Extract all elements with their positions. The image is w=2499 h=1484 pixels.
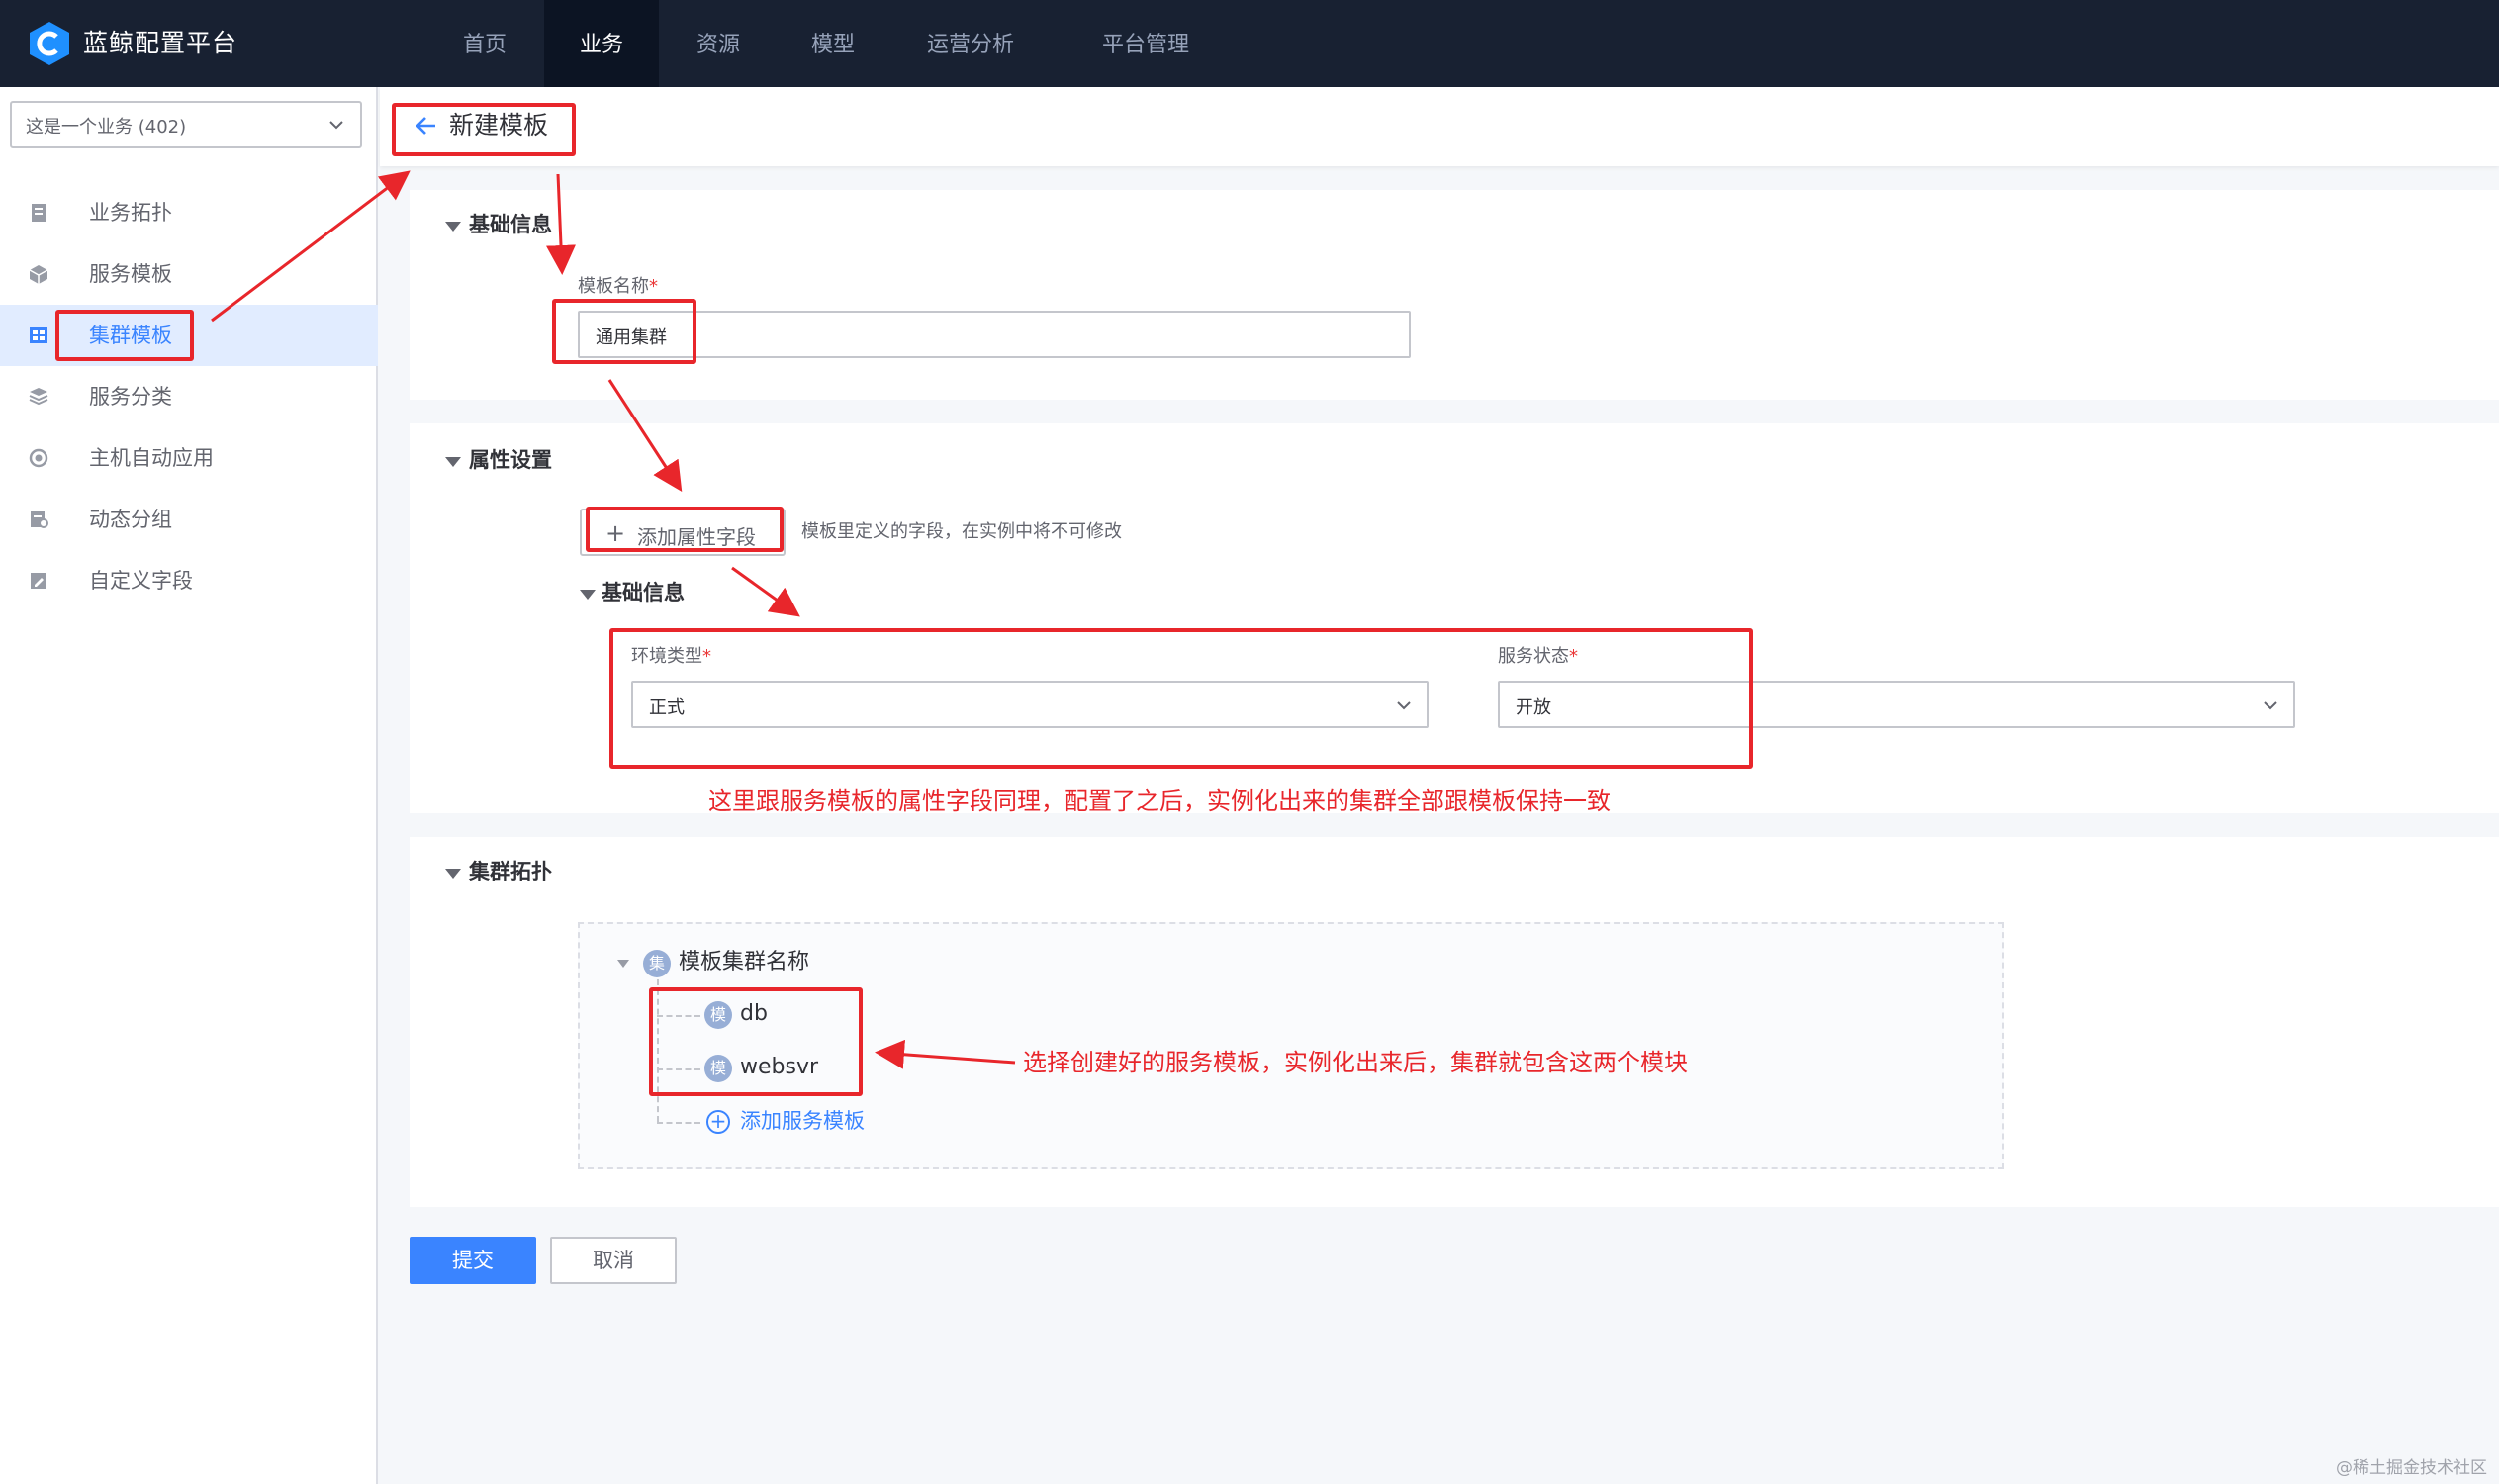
page-header: 新建模板 bbox=[380, 87, 2499, 166]
tree-expand-icon[interactable] bbox=[617, 960, 629, 968]
annotation-box-attributes bbox=[609, 628, 1753, 769]
template-name-label: 模板名称* bbox=[578, 276, 658, 297]
attribute-group-title: 基础信息 bbox=[602, 581, 685, 604]
root-cluster-name[interactable]: 模板集群名称 bbox=[679, 948, 809, 977]
collapse-triangle-icon[interactable] bbox=[580, 590, 596, 600]
submit-button[interactable]: 提交 bbox=[410, 1237, 536, 1284]
nav-platform-admin[interactable]: 平台管理 bbox=[1074, 0, 1217, 87]
attribute-hint: 模板里定义的字段，在实例中将不可修改 bbox=[801, 521, 1122, 542]
nav-analytics[interactable]: 运营分析 bbox=[906, 0, 1035, 87]
annotation-note-modules: 选择创建好的服务模板，实例化出来后，集群就包含这两个模块 bbox=[1023, 1049, 1688, 1076]
nav-home[interactable]: 首页 bbox=[439, 0, 530, 87]
grid-icon bbox=[30, 327, 47, 343]
annotation-box-add-field bbox=[586, 507, 784, 552]
section-title: 属性设置 bbox=[469, 448, 552, 472]
cluster-badge-icon: 集 bbox=[643, 950, 671, 977]
sidebar-item-label: 主机自动应用 bbox=[89, 446, 214, 470]
sidebar-item-business-topology[interactable]: 业务拓扑 bbox=[0, 182, 378, 243]
tree-connector bbox=[657, 1122, 700, 1124]
sidebar-item-label: 动态分组 bbox=[89, 508, 172, 531]
nav-model[interactable]: 模型 bbox=[786, 0, 880, 87]
sidebar-item-service-template[interactable]: 服务模板 bbox=[0, 243, 378, 305]
sidebar-item-label: 服务模板 bbox=[89, 262, 172, 286]
topology-icon bbox=[32, 204, 46, 222]
sidebar: 这是一个业务 (402) 业务拓扑 服务模板 集群模板 服务分类 主机自动应用 … bbox=[0, 87, 378, 1484]
edit-field-icon bbox=[31, 573, 46, 589]
layers-icon bbox=[29, 388, 48, 406]
add-service-template-link[interactable]: 添加服务模板 bbox=[740, 1106, 865, 1136]
annotation-box-modules bbox=[649, 987, 863, 1096]
sidebar-item-dynamic-group[interactable]: 动态分组 bbox=[0, 489, 378, 550]
add-circle-icon: + bbox=[706, 1110, 730, 1134]
sidebar-item-label: 自定义字段 bbox=[89, 569, 193, 593]
sidebar-item-label: 服务分类 bbox=[89, 385, 172, 409]
nav-resource[interactable]: 资源 bbox=[669, 0, 768, 87]
chevron-down-icon bbox=[329, 121, 343, 130]
business-select-value: 这是一个业务 (402) bbox=[26, 117, 187, 138]
group-icon bbox=[31, 511, 48, 528]
sidebar-item-label: 业务拓扑 bbox=[89, 201, 172, 225]
cube-icon bbox=[29, 265, 48, 284]
business-select[interactable]: 这是一个业务 (402) bbox=[10, 101, 362, 148]
watermark: @稀土掘金技术社区 bbox=[2336, 1458, 2487, 1478]
template-name-input[interactable]: 通用集群 bbox=[578, 311, 1411, 358]
section-title: 基础信息 bbox=[469, 213, 552, 236]
sidebar-item-custom-field[interactable]: 自定义字段 bbox=[0, 550, 378, 611]
chevron-down-icon bbox=[2264, 701, 2277, 710]
section-title: 集群拓扑 bbox=[469, 860, 552, 883]
collapse-triangle-icon[interactable] bbox=[445, 222, 461, 232]
annotation-note-attributes: 这里跟服务模板的属性字段同理，配置了之后，实例化出来的集群全部跟模板保持一致 bbox=[708, 788, 1611, 815]
brand-name: 蓝鲸配置平台 bbox=[83, 29, 238, 57]
auto-apply-icon bbox=[29, 448, 48, 468]
sidebar-item-host-auto-apply[interactable]: 主机自动应用 bbox=[0, 427, 378, 489]
nav-business[interactable]: 业务 bbox=[544, 0, 659, 87]
top-navbar: 蓝鲸配置平台 首页 业务 资源 模型 运营分析 平台管理 bbox=[0, 0, 2499, 87]
basic-info-section: 基础信息 模板名称* 通用集群 bbox=[410, 190, 2499, 400]
cancel-button[interactable]: 取消 bbox=[550, 1237, 677, 1284]
collapse-triangle-icon[interactable] bbox=[445, 869, 461, 879]
annotation-box-title bbox=[392, 103, 576, 156]
annotation-box-name-input bbox=[552, 299, 696, 364]
logo-icon bbox=[30, 22, 69, 65]
annotation-box-cluster-template bbox=[55, 310, 194, 361]
sidebar-item-service-category[interactable]: 服务分类 bbox=[0, 366, 378, 427]
collapse-triangle-icon[interactable] bbox=[445, 457, 461, 467]
